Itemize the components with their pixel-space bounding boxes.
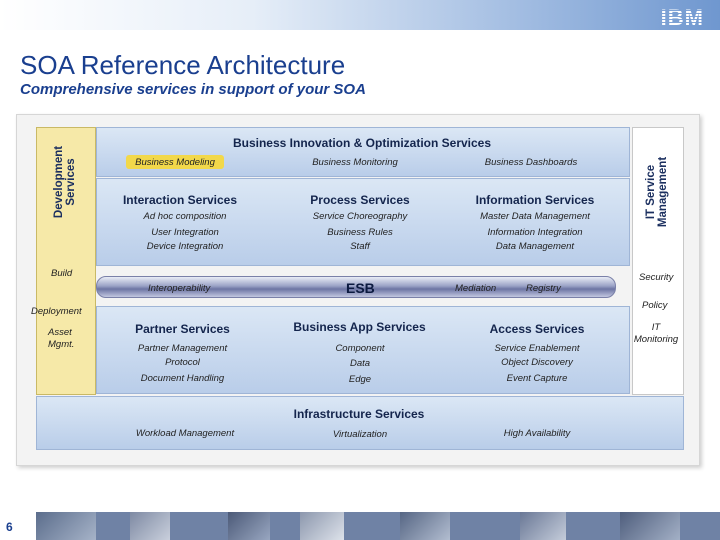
process-item-2: Staff bbox=[350, 241, 370, 252]
development-services-label: Development Services bbox=[53, 145, 77, 219]
information-item-0: Master Data Management bbox=[480, 211, 590, 222]
esb-item-interoperability: Interoperability bbox=[148, 283, 211, 294]
bi-item-business-monitoring: Business Monitoring bbox=[312, 157, 398, 168]
footer-photo bbox=[36, 512, 96, 540]
access-item-1: Object Discovery bbox=[501, 357, 573, 368]
ibm-logo: IBM bbox=[660, 5, 704, 30]
page-number: 6 bbox=[6, 520, 13, 534]
itsm-item-it-monitoring: IT Monitoring bbox=[633, 322, 679, 345]
slide-subtitle: Comprehensive services in support of you… bbox=[20, 81, 366, 98]
dev-item-deployment: Deployment bbox=[31, 306, 82, 317]
infra-item-virtualization: Virtualization bbox=[332, 429, 388, 440]
access-item-0: Service Enablement bbox=[494, 343, 580, 354]
footer-photo bbox=[228, 512, 270, 540]
interaction-item-0: Ad hoc composition bbox=[143, 211, 227, 222]
access-services-title: Access Services bbox=[489, 322, 585, 336]
esb-item-registry: Registry bbox=[526, 283, 561, 294]
process-item-1: Business Rules bbox=[327, 227, 393, 238]
slide-title: SOA Reference Architecture bbox=[20, 50, 346, 80]
footer-photo bbox=[620, 512, 680, 540]
footer-photo bbox=[130, 512, 170, 540]
footer-photo bbox=[520, 512, 566, 540]
access-item-2: Event Capture bbox=[506, 373, 568, 384]
infra-item-workload: Workload Management bbox=[135, 428, 235, 439]
process-services-title: Process Services bbox=[310, 193, 410, 207]
business-app-item-0: Component bbox=[335, 343, 385, 354]
dev-item-asset-mgmt: Asset Mgmt. bbox=[48, 327, 75, 350]
partner-item-0: Partner Management bbox=[137, 343, 228, 354]
infrastructure-title: Infrastructure Services bbox=[293, 407, 425, 421]
esb-item-mediation: Mediation bbox=[455, 283, 497, 294]
itsm-item-policy: Policy bbox=[642, 300, 668, 311]
business-app-item-1: Data bbox=[349, 358, 371, 369]
partner-item-1: Protocol bbox=[165, 357, 200, 368]
upper-services-panel bbox=[96, 178, 630, 266]
it-service-management-label: IT Service Management bbox=[645, 156, 669, 228]
information-item-1: Information Integration bbox=[487, 227, 583, 238]
footer-photo bbox=[300, 512, 344, 540]
interaction-services-title: Interaction Services bbox=[122, 193, 238, 207]
business-app-item-2: Edge bbox=[348, 374, 372, 385]
bi-item-business-dashboards: Business Dashboards bbox=[484, 157, 578, 168]
information-item-2: Data Management bbox=[495, 241, 575, 252]
business-innovation-panel bbox=[96, 127, 630, 177]
footer-photo bbox=[400, 512, 450, 540]
process-item-0: Service Choreography bbox=[312, 211, 408, 222]
footer-image-strip bbox=[0, 512, 720, 540]
interaction-item-1: User Integration bbox=[151, 227, 219, 238]
dev-item-build: Build bbox=[51, 268, 73, 279]
header-band bbox=[0, 0, 720, 30]
bi-item-business-modeling: Business Modeling bbox=[135, 157, 215, 168]
esb-label: ESB bbox=[346, 280, 375, 296]
partner-services-title: Partner Services bbox=[135, 322, 230, 336]
business-innovation-title: Business Innovation & Optimization Servi… bbox=[232, 136, 492, 150]
partner-item-2: Document Handling bbox=[140, 373, 225, 384]
information-services-title: Information Services bbox=[475, 193, 595, 207]
infra-item-high-availability: High Availability bbox=[503, 428, 571, 439]
itsm-item-security: Security bbox=[639, 272, 674, 283]
infrastructure-panel bbox=[36, 396, 684, 450]
interaction-item-2: Device Integration bbox=[146, 241, 224, 252]
business-app-services-title: Business App Services bbox=[293, 320, 426, 334]
